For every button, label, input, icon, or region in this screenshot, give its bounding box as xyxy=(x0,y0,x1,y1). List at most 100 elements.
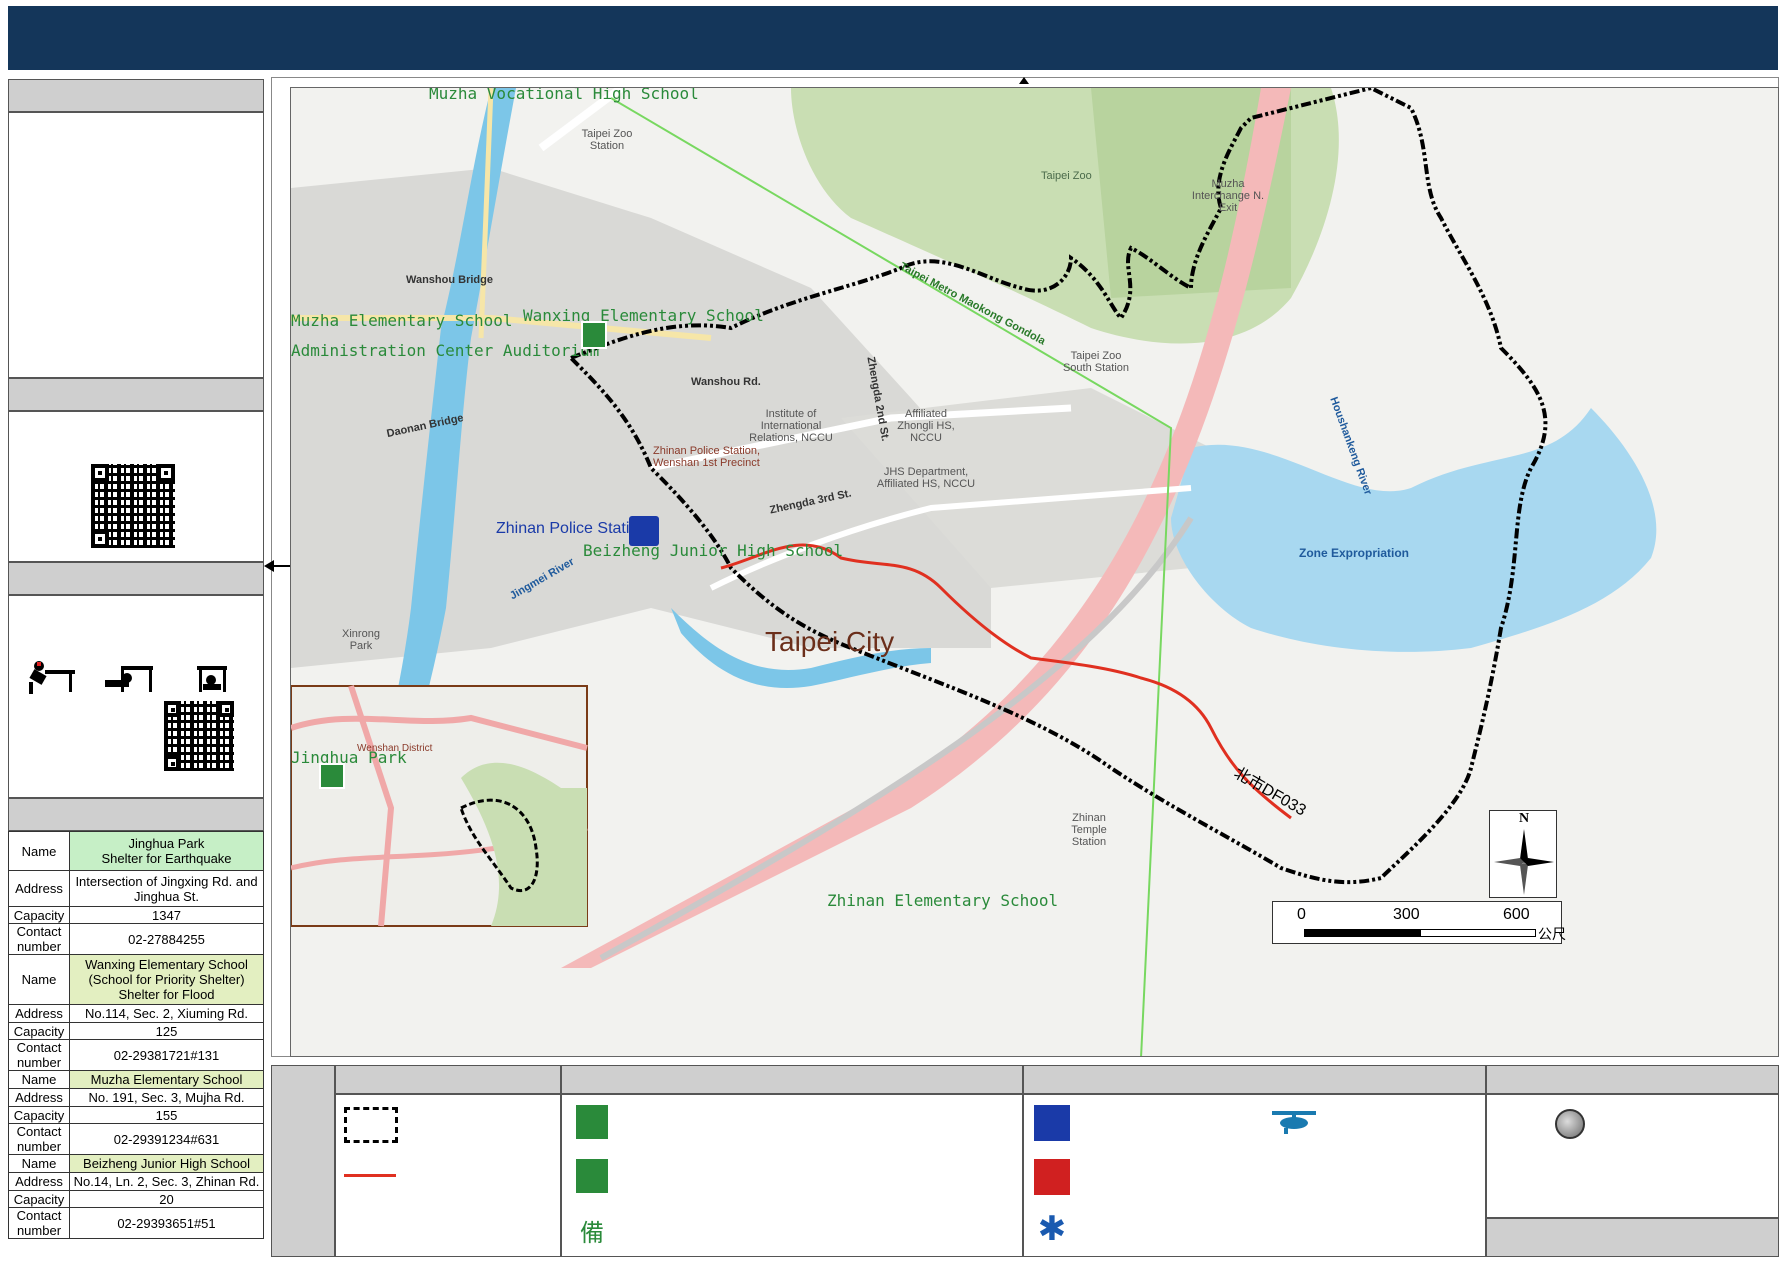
shelter-field-value: 20 xyxy=(69,1190,264,1208)
shelter-row: Contact number 02-27884255 xyxy=(8,923,264,955)
boundary-legend-icon xyxy=(344,1107,398,1143)
drop-cover-hold-icon xyxy=(29,661,227,694)
shelter-field-label: Name xyxy=(8,831,70,871)
shelter-row: Contact number 02-29391234#631 xyxy=(8,1123,264,1155)
top-arrow-icon xyxy=(1019,77,1029,84)
shelter-field-value: Jinghua Park Shelter for Earthquake xyxy=(69,831,264,871)
shelter-field-label: Contact number xyxy=(8,1039,70,1071)
debris-flow-legend-icon xyxy=(344,1174,396,1177)
fire-station-legend-icon xyxy=(1034,1159,1070,1195)
label-affiliated-zhongli: Affiliated Zhongli HS, NCCU xyxy=(897,408,955,444)
scale-unit: 公尺 xyxy=(1538,927,1566,943)
sidebar-qr-box xyxy=(8,411,264,562)
legend-head-4 xyxy=(1486,1065,1779,1094)
shelter-field-value: Wanxing Elementary School (School for Pr… xyxy=(69,954,264,1005)
label-jhs-department: JHS Department, Affiliated HS, NCCU xyxy=(876,466,976,490)
side-arrow-icon xyxy=(264,560,290,572)
shelter-row: Capacity 1347 xyxy=(8,906,264,924)
shelter-field-label: Capacity xyxy=(8,906,70,924)
legend-head-3 xyxy=(1023,1065,1486,1094)
shelter-row: Contact number 02-29393651#51 xyxy=(8,1207,264,1239)
shelter-row: Name Jinghua Park Shelter for Earthquake xyxy=(8,831,264,871)
shelter-building-icon[interactable] xyxy=(581,321,607,349)
north-arrow: N xyxy=(1489,810,1557,898)
sidebar-safety-box xyxy=(8,595,264,798)
legend-facility-cell: ✱ xyxy=(1023,1094,1486,1257)
compass-icon xyxy=(1494,829,1554,895)
shelter-field-value: 02-29381721#131 xyxy=(69,1039,264,1071)
shelter-row: Name Wanxing Elementary School (School fo… xyxy=(8,954,264,1005)
sidebar-header-4 xyxy=(8,798,264,831)
legend-other-cell xyxy=(1486,1094,1779,1218)
shelter-field-value: 02-29393651#51 xyxy=(69,1207,264,1239)
sidebar-info-box xyxy=(8,112,264,378)
shelter-field-label: Name xyxy=(8,1070,70,1089)
sidebar-header-1 xyxy=(8,79,264,112)
shelter-row: Name Beizheng Junior High School xyxy=(8,1154,264,1173)
shelter-field-label: Address xyxy=(8,1172,70,1191)
label-zhinan-precinct: Zhinan Police Station, Wenshan 1st Preci… xyxy=(653,445,761,469)
shelter-row: Capacity 125 xyxy=(8,1022,264,1040)
qr-code-icon[interactable] xyxy=(91,464,175,548)
helicopter-legend-icon xyxy=(1272,1111,1316,1134)
shelter-field-label: Capacity xyxy=(8,1022,70,1040)
label-zhinan-police: Zhinan Police Station xyxy=(496,520,648,537)
label-wanxing-elementary: Wanxing Elementary School xyxy=(523,306,764,325)
shelter-field-value: No. 191, Sec. 3, Mujha Rd. xyxy=(69,1088,264,1107)
label-taipei-city: Taipei City xyxy=(765,626,895,657)
shelter-field-value: 1347 xyxy=(69,906,264,924)
legend-footer xyxy=(1486,1218,1779,1257)
shelter-field-label: Contact number xyxy=(8,1207,70,1239)
qr-code-icon[interactable] xyxy=(164,701,234,771)
legend-head-1 xyxy=(335,1065,561,1094)
label-taipei-zoo: Taipei Zoo xyxy=(1041,170,1092,182)
shelter-row: Address Intersection of Jingxing Rd. and … xyxy=(8,870,264,907)
shelter-field-value: 155 xyxy=(69,1106,264,1124)
shelter-field-label: Address xyxy=(8,1088,70,1107)
label-xinrong-park: Xinrong Park xyxy=(342,628,380,652)
shelter-row: Address No.14, Ln. 2, Sec. 3, Zhinan Rd. xyxy=(8,1172,264,1191)
shelter-field-value: 125 xyxy=(69,1022,264,1040)
shelter-row: Name Muzha Elementary School xyxy=(8,1070,264,1089)
sidebar-header-3 xyxy=(8,562,264,595)
shelter-field-value: 02-29391234#631 xyxy=(69,1123,264,1155)
outdoor-shelter-icon[interactable] xyxy=(319,763,345,789)
shelter-table: Name Jinghua Park Shelter for Earthquake A… xyxy=(8,831,264,1239)
shelter-field-value: No.14, Ln. 2, Sec. 3, Zhinan Rd. xyxy=(69,1172,264,1191)
label-beizheng-junior: Beizheng Junior High School xyxy=(583,541,844,560)
label-zoo-south: Taipei Zoo South Station xyxy=(1062,350,1130,374)
shelter-field-value: 02-27884255 xyxy=(69,923,264,955)
sidebar-header-2 xyxy=(8,378,264,411)
shelter-field-value: Intersection of Jingxing Rd. and Jinghua… xyxy=(69,870,264,907)
shelter-row: Address No. 191, Sec. 3, Mujha Rd. xyxy=(8,1088,264,1107)
label-muzha-vocational: Muzha Vocational High School xyxy=(429,87,699,103)
shelter-field-value: Muzha Elementary School xyxy=(69,1070,264,1089)
label-wanshou-bridge: Wanshou Bridge xyxy=(406,274,493,286)
shelter-row: Contact number 02-29381721#131 xyxy=(8,1039,264,1071)
north-label: N xyxy=(1518,811,1530,826)
shelter-row: Capacity 20 xyxy=(8,1190,264,1208)
reservoir-water xyxy=(1171,408,1657,652)
shelter-row: Capacity 155 xyxy=(8,1106,264,1124)
label-zhinan-elementary: Zhinan Elementary School xyxy=(827,891,1059,910)
shelter-field-label: Contact number xyxy=(8,923,70,955)
label-wanshou-rd: Wanshou Rd. xyxy=(691,376,761,388)
police-station-icon[interactable] xyxy=(629,516,659,546)
legend-boundary-cell xyxy=(335,1094,561,1257)
label-zhinan-temple: Zhinan Temple Station xyxy=(1071,812,1107,848)
shelter-field-label: Address xyxy=(8,870,70,907)
scale-tick-300: 300 xyxy=(1393,906,1420,923)
label-muzha-interchange: Muzha Interchange N. Exit xyxy=(1191,178,1265,214)
scale-bar: 0 300 600 公尺 xyxy=(1272,901,1566,944)
label-muzha-elementary: Muzha Elementary School xyxy=(291,311,513,330)
label-admin-center: Administration Center Auditorium xyxy=(291,341,600,360)
map-panel[interactable]: Muzha Vocational High School Muzha Eleme… xyxy=(290,87,1779,1057)
shelter-field-label: Name xyxy=(8,954,70,1005)
reserve-shelter-legend-icon: 備 xyxy=(580,1219,604,1247)
legend-side-tab xyxy=(271,1065,335,1257)
shelter-field-label: Capacity xyxy=(8,1190,70,1208)
label-zone-expropriation: Zone Expropriation xyxy=(1299,546,1410,560)
gathering-point-legend-icon xyxy=(1555,1109,1585,1139)
scale-tick-600: 600 xyxy=(1503,906,1530,923)
medical-legend-icon: ✱ xyxy=(1037,1209,1067,1249)
